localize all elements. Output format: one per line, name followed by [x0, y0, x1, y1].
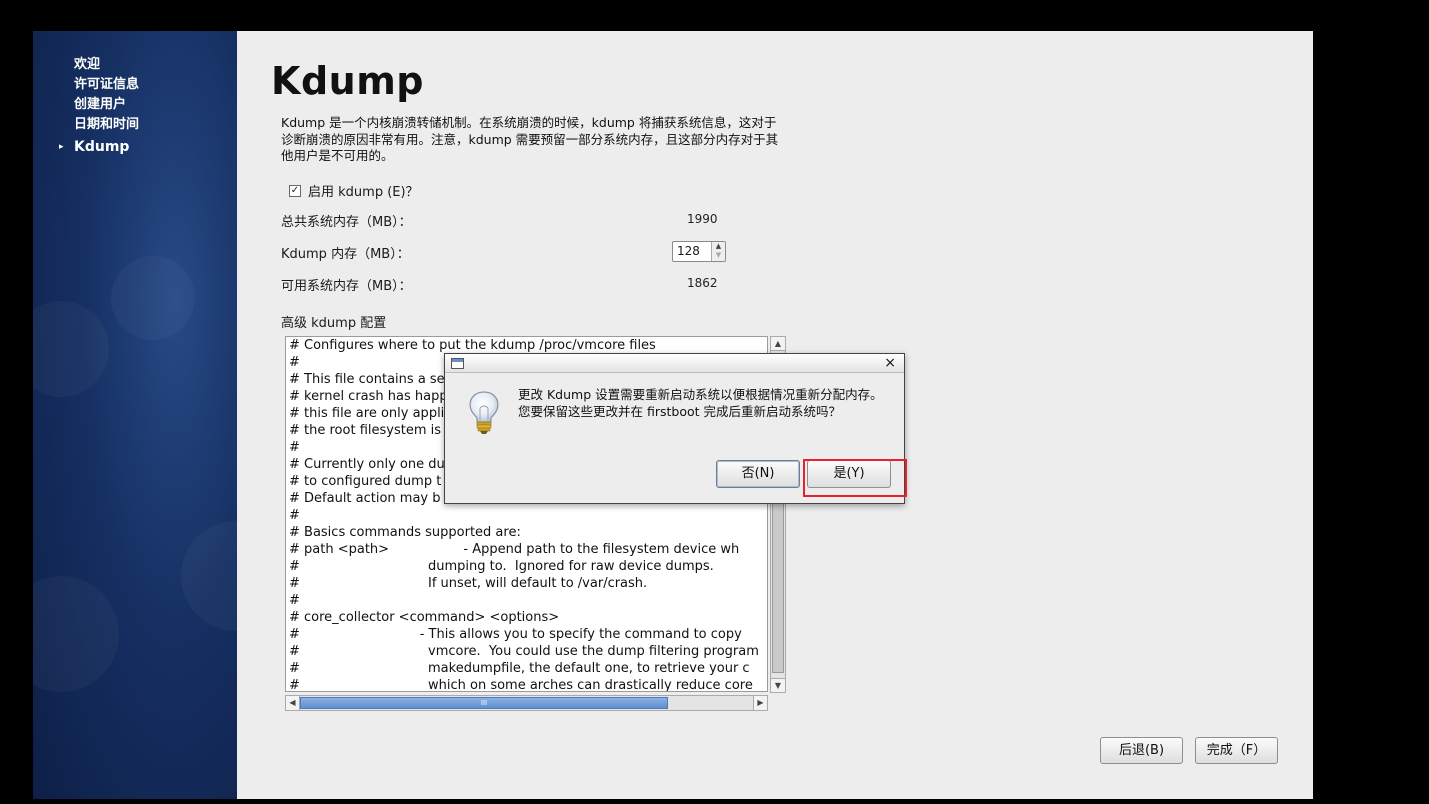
- dialog-titlebar[interactable]: ×: [445, 354, 904, 373]
- kdump-memory-spinbox[interactable]: 128 ▲ ▼: [672, 241, 726, 262]
- enable-kdump-checkbox[interactable]: ✓ 启用 kdump (E)？: [289, 181, 419, 200]
- usable-memory-label: 可用系统内存（MB）：: [281, 279, 412, 294]
- scroll-up-icon[interactable]: ▲: [771, 337, 785, 351]
- config-line: # core_collector <command> <options>: [289, 610, 560, 625]
- step-label: Kdump: [74, 139, 130, 155]
- step-label: 欢迎: [74, 57, 101, 72]
- enable-kdump-label: 启用 kdump (E)？: [308, 185, 419, 200]
- config-line: # dumping to. Ignored for raw device dum…: [289, 559, 714, 574]
- step-item-kdump: ▸ Kdump: [59, 136, 139, 158]
- checkbox-checked-icon[interactable]: ✓: [289, 184, 301, 197]
- scroll-thumb-horizontal[interactable]: III: [300, 697, 668, 709]
- config-horizontal-scrollbar[interactable]: ◀ III ▶: [285, 695, 768, 711]
- config-line: # path <path> - Append path to the files…: [289, 542, 740, 557]
- config-line: # vmcore. You could use the dump filteri…: [289, 644, 759, 659]
- close-icon[interactable]: ×: [884, 355, 896, 371]
- spin-up-icon[interactable]: ▲: [712, 242, 725, 251]
- back-button[interactable]: 后退(B): [1100, 737, 1183, 764]
- step-item-create-user: 创建用户: [74, 96, 139, 116]
- config-line: # Configures where to put the kdump /pro…: [289, 338, 656, 353]
- scroll-left-icon[interactable]: ◀: [286, 696, 300, 710]
- spin-buttons: ▲ ▼: [711, 242, 725, 261]
- config-line: # makedumpfile, the default one, to retr…: [289, 661, 750, 676]
- page-title: Kdump: [271, 59, 424, 103]
- no-button[interactable]: 否(N): [716, 460, 800, 488]
- kdump-description: Kdump 是一个内核崩溃转储机制。在系统崩溃的时候，kdump 将捕获系统信息…: [281, 115, 779, 163]
- kdump-memory-value[interactable]: 128: [677, 244, 700, 258]
- decorative-bubble: [111, 256, 195, 340]
- sidebar: 欢迎 许可证信息 创建用户 日期和时间 ▸ Kdump: [33, 31, 237, 799]
- config-line: # Basics commands supported are:: [289, 525, 521, 540]
- step-label: 日期和时间: [74, 117, 140, 132]
- config-line: #: [289, 508, 300, 523]
- total-memory-value: 1990: [687, 212, 718, 226]
- step-label: 创建用户: [74, 97, 127, 112]
- usable-memory-value: 1862: [687, 276, 718, 290]
- window-icon: [451, 358, 464, 369]
- scroll-right-icon[interactable]: ▶: [753, 696, 767, 710]
- config-line: #: [289, 593, 300, 608]
- config-line: # If unset, will default to /var/crash.: [289, 576, 648, 591]
- step-item-welcome: 欢迎: [74, 56, 139, 76]
- decorative-bubble: [33, 301, 109, 397]
- scroll-down-icon[interactable]: ▼: [771, 678, 785, 692]
- total-memory-label: 总共系统内存（MB）：: [281, 215, 412, 230]
- advanced-config-label: 高级 kdump 配置: [281, 316, 387, 331]
- decorative-bubble: [33, 576, 119, 692]
- current-step-arrow-icon: ▸: [59, 142, 64, 152]
- spin-down-icon[interactable]: ▼: [712, 251, 725, 260]
- step-label: 许可证信息: [74, 77, 140, 92]
- decorative-bubble: [181, 521, 237, 631]
- step-list: 欢迎 许可证信息 创建用户 日期和时间 ▸ Kdump: [59, 56, 139, 158]
- step-item-license: 许可证信息: [74, 76, 139, 96]
- yes-button-highlight-box: [803, 459, 907, 497]
- config-line: # - This allows you to specify the comma…: [289, 627, 742, 642]
- kdump-memory-label: Kdump 内存（MB）：: [281, 247, 410, 262]
- finish-button[interactable]: 完成（F）: [1195, 737, 1278, 764]
- dialog-message: 更改 Kdump 设置需要重新启动系统以便根据情况重新分配内存。 您要保留这些更…: [518, 387, 883, 419]
- config-line: # which on some arches can drastically r…: [289, 678, 753, 692]
- lightbulb-icon: [469, 391, 499, 434]
- step-item-date-time: 日期和时间: [74, 116, 139, 136]
